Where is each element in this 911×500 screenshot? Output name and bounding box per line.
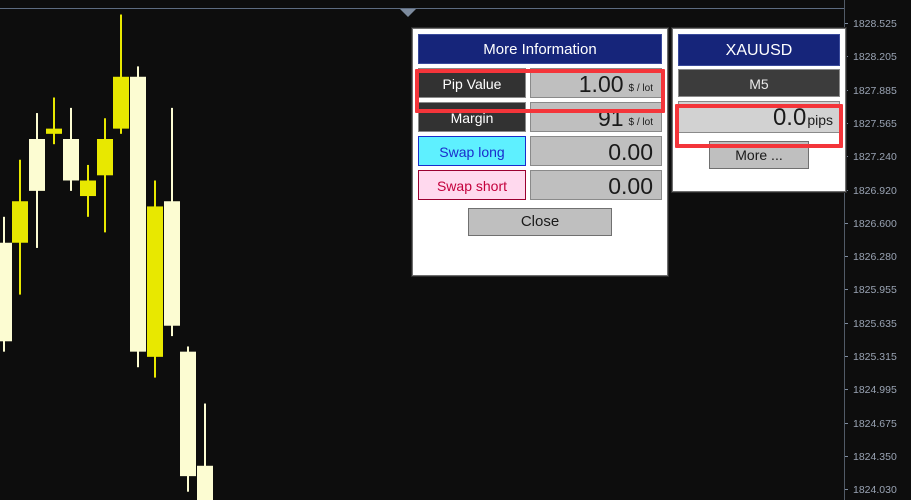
pip-value-label[interactable]: Pip Value <box>418 68 526 98</box>
row-swap-short: Swap short 0.00 <box>418 170 662 200</box>
price-tick: 1826.920 <box>845 184 911 198</box>
swap-short-label[interactable]: Swap short <box>418 170 526 200</box>
price-tick: 1825.955 <box>845 283 911 297</box>
row-pip-value: Pip Value 1.00 $ / lot <box>418 68 662 98</box>
symbol-title: XAUUSD <box>678 34 840 66</box>
pip-value-number: 1.00 <box>578 71 624 97</box>
pip-value-unit: $ / lot <box>628 83 653 94</box>
price-tick: 1825.315 <box>845 350 911 364</box>
chart-screen: 1828.525 1828.205 1827.885 1827.565 1827.240… <box>0 0 911 500</box>
pip-value-field: 1.00 $ / lot <box>530 68 662 98</box>
symbol-panel: XAUUSD M5 0.0 pips More ... <box>672 28 846 192</box>
price-tick: 1824.675 <box>845 417 911 431</box>
more-button[interactable]: More ... <box>709 141 809 169</box>
price-tick: 1828.205 <box>845 50 911 64</box>
swap-short-field: 0.00 <box>530 170 662 200</box>
swap-short-number: 0.00 <box>608 173 653 199</box>
price-tick: 1826.600 <box>845 217 911 231</box>
timeframe-label[interactable]: M5 <box>678 69 840 97</box>
more-information-panel: More Information Pip Value 1.00 $ / lot … <box>412 28 668 276</box>
price-tick: 1827.565 <box>845 117 911 131</box>
price-tick: 1828.525 <box>845 17 911 31</box>
margin-unit: $ / lot <box>628 117 653 128</box>
price-tick: 1827.240 <box>845 150 911 164</box>
swap-long-label[interactable]: Swap long <box>418 136 526 166</box>
price-tick: 1827.885 <box>845 84 911 98</box>
price-tick: 1825.635 <box>845 317 911 331</box>
swap-long-number: 0.00 <box>608 139 653 165</box>
close-button-container: Close <box>418 208 662 236</box>
price-scale[interactable]: 1828.525 1828.205 1827.885 1827.565 1827.240… <box>844 0 911 500</box>
price-tick: 1824.030 <box>845 483 911 497</box>
margin-field: 91 $ / lot <box>530 102 662 132</box>
margin-label[interactable]: Margin <box>418 102 526 132</box>
price-tick: 1824.350 <box>845 450 911 464</box>
spread-unit: pips <box>807 112 833 128</box>
row-swap-long: Swap long 0.00 <box>418 136 662 166</box>
spread-field: 0.0 pips <box>678 101 840 133</box>
price-tick: 1826.280 <box>845 250 911 264</box>
more-information-title: More Information <box>418 34 662 64</box>
spread-number: 0.0 <box>772 104 807 131</box>
swap-long-field: 0.00 <box>530 136 662 166</box>
close-button[interactable]: Close <box>468 208 612 236</box>
price-tick: 1824.995 <box>845 383 911 397</box>
row-margin: Margin 91 $ / lot <box>418 102 662 132</box>
margin-number: 91 <box>597 105 624 131</box>
more-button-container: More ... <box>678 141 840 169</box>
